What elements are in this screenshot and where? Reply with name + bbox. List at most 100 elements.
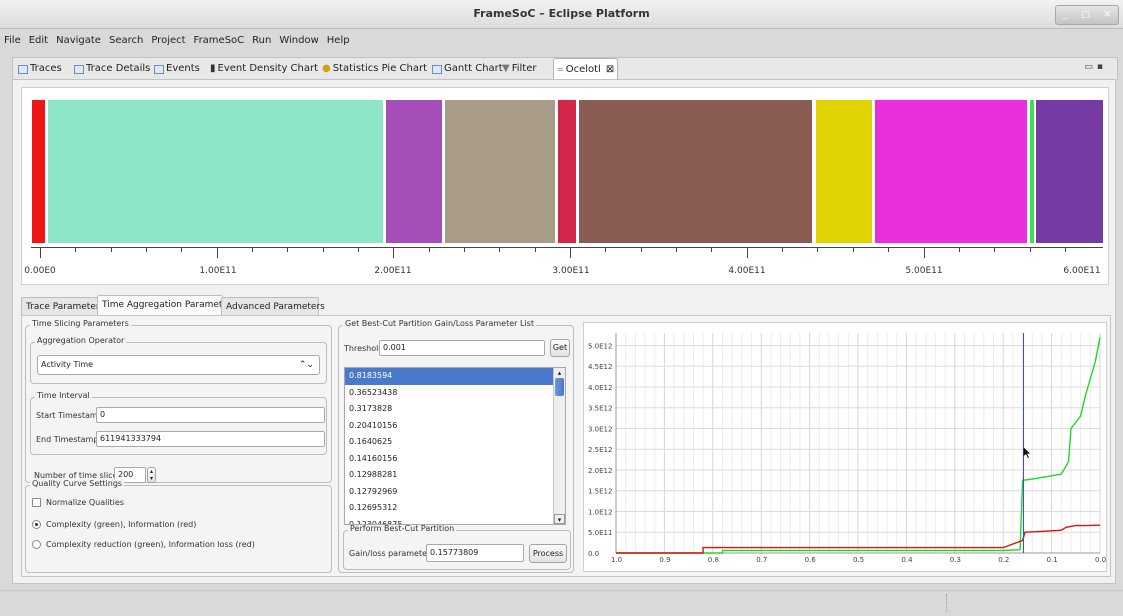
normalize-checkbox[interactable] (32, 498, 41, 507)
tab-label: Event Density Chart (217, 63, 319, 74)
menu-run[interactable]: Run (248, 32, 275, 50)
x-tick-label: 0.8 (708, 556, 719, 564)
menu-help[interactable]: Help (323, 32, 354, 50)
y-tick-label: 2.0E12 (588, 467, 612, 475)
tab-advanced-parameters[interactable]: Advanced Parameters (221, 297, 325, 316)
menu-framesoc[interactable]: FrameSoC (190, 32, 249, 50)
group-title: Quality Curve Settings (30, 479, 125, 488)
tick-label: 6.00E11 (1063, 266, 1101, 276)
parameter-list[interactable]: 0.8183594 0.36523438 0.3173828 0.2041015… (344, 367, 566, 525)
threshold-input[interactable]: 0.001 (379, 340, 545, 356)
maximize-icon[interactable]: □ (1081, 10, 1090, 20)
complexity-reduction-radio[interactable] (32, 540, 41, 549)
list-item[interactable]: 0.36523438 (345, 385, 565, 402)
major-tick (393, 248, 395, 258)
list-item[interactable]: 0.14160156 (345, 451, 565, 468)
partition-part[interactable] (1036, 100, 1103, 243)
minimize-icon[interactable]: ▭ (1084, 62, 1097, 72)
filter-icon: ▼ (502, 63, 510, 74)
tab-event-density-chart[interactable]: ▮ Event Density Chart (207, 60, 321, 78)
gain-loss-input[interactable]: 0.15773809 (426, 544, 524, 562)
chevron-up-down-icon: ⌃⌄ (298, 360, 314, 370)
aggregation-operator-select[interactable]: Activity Time ⌃⌄ (37, 355, 320, 375)
list-item[interactable]: 0.12988281 (345, 467, 565, 484)
get-button[interactable]: Get (550, 339, 570, 357)
tab-label: Traces (30, 63, 62, 74)
minimize-icon[interactable]: _ (1063, 10, 1068, 20)
tab-statistics-pie-chart[interactable]: ● Statistics Pie Chart (319, 60, 430, 78)
status-bar (0, 590, 1123, 616)
ocelotl-icon: ≈ (557, 65, 564, 74)
menu-window[interactable]: Window (275, 32, 322, 50)
partition-part[interactable] (579, 100, 812, 243)
x-tick-label: 0.3 (950, 556, 961, 564)
y-tick-label: 1.0E12 (588, 508, 612, 516)
list-item[interactable]: 0.3173828 (345, 401, 565, 418)
partition-part[interactable] (875, 100, 1027, 243)
y-tick-label: 3.0E12 (588, 425, 612, 433)
group-title: Perform Best-Cut Partition (348, 524, 457, 533)
start-timestamp-input[interactable]: 0 (96, 407, 325, 423)
y-tick-label: 1.5E12 (588, 488, 612, 496)
minor-tick (181, 248, 183, 252)
tab-events[interactable]: Events (151, 60, 203, 78)
list-item[interactable]: 0.20410156 (345, 418, 565, 435)
list-item[interactable]: 0.12695312 (345, 500, 565, 517)
process-button[interactable]: Process (529, 544, 567, 563)
partition-part[interactable] (386, 100, 442, 243)
list-scrollbar[interactable]: ▴ ▾ (553, 368, 565, 524)
perform-best-cut-group: Perform Best-Cut Partition Gain/loss par… (343, 524, 571, 570)
partition-part[interactable] (445, 100, 555, 243)
tab-trace-details[interactable]: Trace Details (71, 60, 153, 78)
group-title: Time Interval (35, 391, 92, 400)
tab-gantt-chart[interactable]: Gantt Chart (429, 60, 506, 78)
minor-tick (464, 248, 466, 252)
partition-part[interactable] (558, 100, 576, 243)
menu-project[interactable]: Project (147, 32, 189, 50)
major-tick (746, 248, 748, 258)
complexity-information-radio[interactable] (32, 520, 41, 529)
view-minimize-maximize[interactable]: ▭▪ (1084, 62, 1107, 72)
minor-tick (358, 248, 360, 252)
tab-time-aggregation-parameters[interactable]: Time Aggregation Parameters (97, 295, 236, 316)
x-tick-label: 0.4 (901, 556, 913, 564)
menu-edit[interactable]: Edit (25, 32, 52, 50)
partition-part[interactable] (32, 100, 45, 243)
list-item[interactable]: 0.1640625 (345, 434, 565, 451)
tab-filter[interactable]: ▼ Filter (499, 60, 539, 78)
aggregation-view[interactable]: 0.00E0 1.00E11 2.00E11 3.00E11 4.00E11 5… (21, 87, 1109, 285)
partition-part[interactable] (816, 100, 872, 243)
scroll-thumb[interactable] (555, 378, 564, 396)
tick-label: 0.00E0 (24, 266, 56, 276)
pie-chart-icon: ● (322, 63, 331, 74)
time-slices-spinner[interactable]: ▴ ▾ (147, 467, 156, 483)
view-tab-bar: Traces Trace Details Events ▮ Event Densi… (12, 57, 1118, 81)
menu-search[interactable]: Search (105, 32, 147, 50)
list-item[interactable]: 0.8183594 (345, 368, 565, 385)
maximize-icon[interactable]: ▪ (1097, 62, 1107, 72)
tab-ocelotl[interactable]: ≈ Ocelotl ⊠ (553, 58, 619, 81)
table-icon (74, 64, 84, 74)
close-icon[interactable]: ✕ (1104, 10, 1112, 20)
end-timestamp-input[interactable]: 611941333794 (96, 431, 325, 447)
partition-part[interactable] (48, 100, 383, 243)
partition-part[interactable] (1030, 100, 1034, 243)
time-interval-group: Time Interval Start Timestamp 0 End Time… (30, 391, 327, 455)
scroll-down-icon[interactable]: ▾ (554, 514, 565, 524)
quality-curve-chart[interactable]: 0.0 5.0E11 1.0E12 1.5E12 2.0E12 2.5E12 3.0E12 3… (583, 322, 1107, 572)
menu-file[interactable]: File (0, 32, 25, 50)
scroll-up-icon[interactable]: ▴ (554, 368, 565, 378)
quality-curve-group: Quality Curve Settings Normalize Qualiti… (25, 479, 332, 573)
tab-trace-parameters[interactable]: Trace Parameters (21, 297, 104, 316)
list-item[interactable]: 0.12792969 (345, 484, 565, 501)
minor-tick (605, 248, 607, 252)
minor-tick (428, 248, 430, 252)
tab-traces[interactable]: Traces (15, 60, 65, 78)
x-tick-label: 1.0 (611, 556, 622, 564)
list-item[interactable]: 0.123046875 (345, 517, 565, 525)
minor-tick (110, 248, 112, 252)
close-tab-icon[interactable]: ⊠ (606, 61, 614, 79)
tick-label: 2.00E11 (374, 266, 412, 276)
menu-navigate[interactable]: Navigate (52, 32, 105, 50)
threshold-label: Threshold (344, 344, 384, 353)
